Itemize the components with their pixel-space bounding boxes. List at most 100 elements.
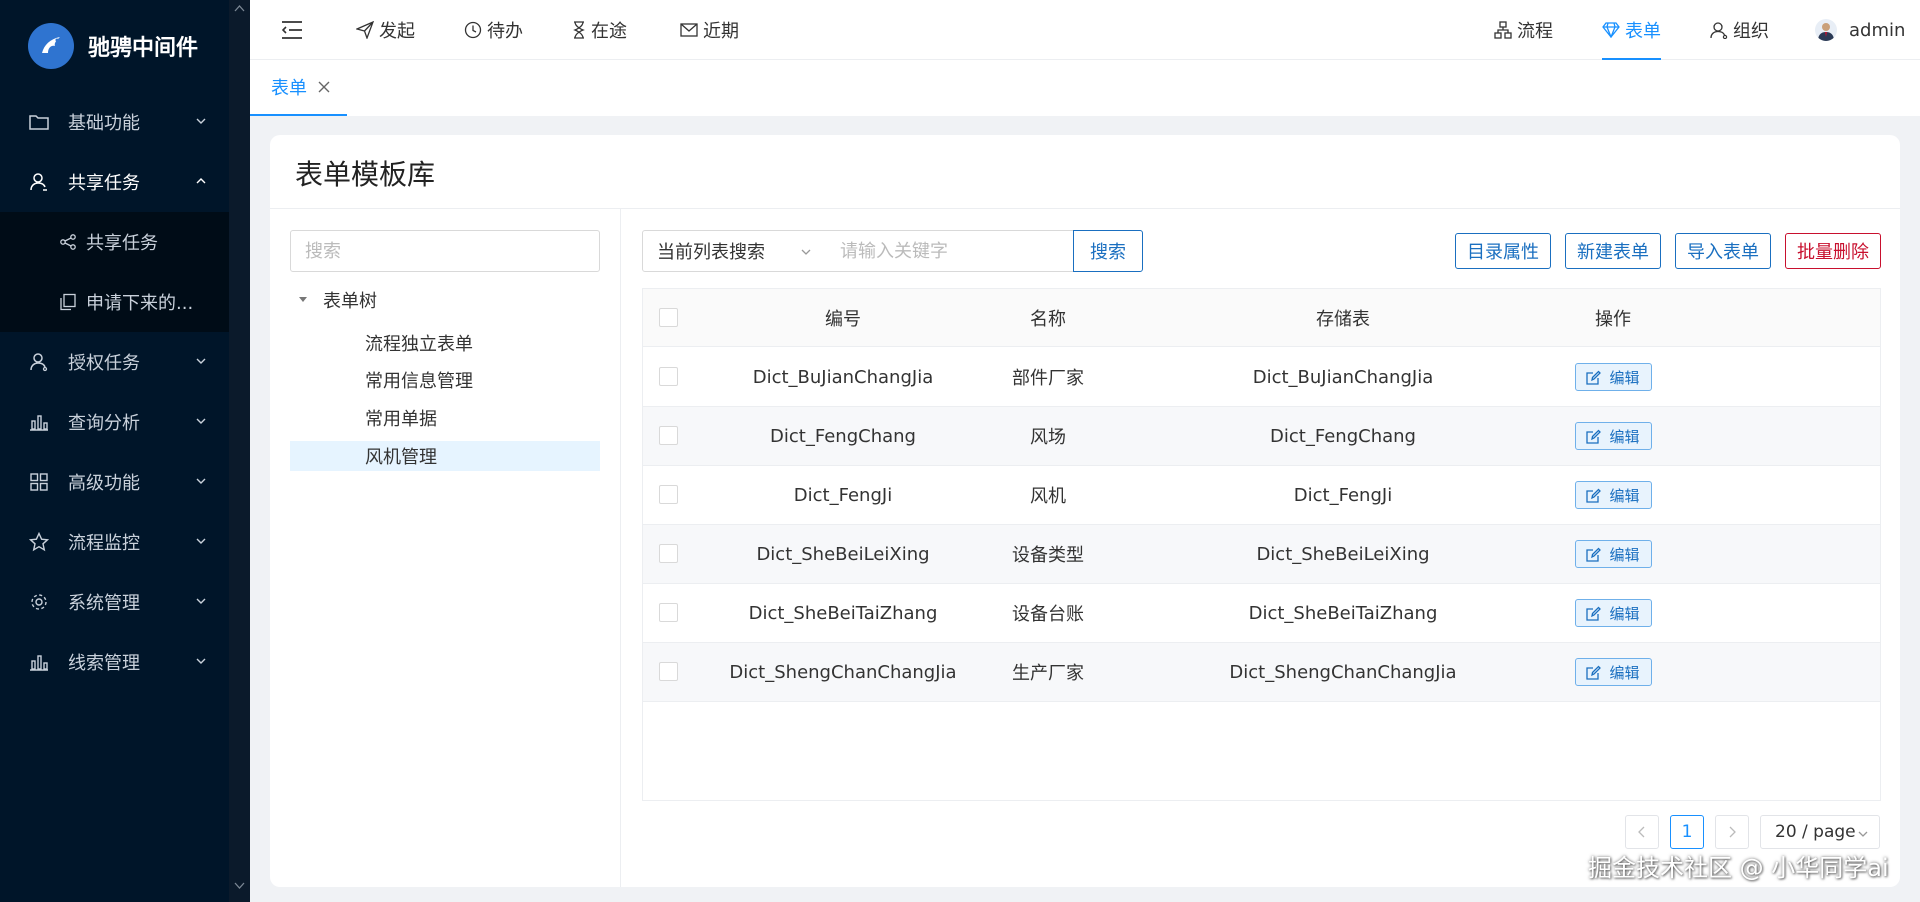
table-row[interactable]: Dict_FengJi 风机 Dict_FengJi 编辑 [643,466,1880,525]
row-checkbox[interactable] [659,603,678,622]
folder-icon [28,111,50,133]
row-checkbox[interactable] [659,544,678,563]
nav-org[interactable]: 组织 [1710,0,1769,60]
edit-label: 编辑 [1609,604,1640,623]
edit-label: 编辑 [1609,486,1640,505]
search-scope-select[interactable]: 当前列表搜索 [642,230,827,272]
edit-label: 编辑 [1609,663,1640,682]
edit-button[interactable]: 编辑 [1574,481,1652,509]
page-number-current[interactable]: 1 [1670,815,1704,849]
table-row[interactable]: Dict_SheBeiLeiXing 设备类型 Dict_SheBeiLeiXi… [643,525,1880,584]
import-form-button[interactable]: 导入表单 [1675,233,1771,269]
search-button[interactable]: 搜索 [1073,230,1143,272]
caret-down-icon[interactable] [297,296,309,304]
chevron-down-icon [1858,831,1868,837]
row-checkbox[interactable] [659,485,678,504]
edit-button[interactable]: 编辑 [1574,540,1652,568]
tree-root[interactable]: 表单树 [297,283,377,317]
chevron-down-icon [196,658,206,664]
nav-flow[interactable]: 流程 [1494,0,1553,60]
nav-label: 流程 [1517,21,1553,42]
table-row[interactable]: Dict_ShengChanChangJia 生产厂家 Dict_ShengCh… [643,643,1880,702]
cell-name: 部件厂家 [1012,368,1084,389]
close-icon[interactable] [317,80,331,94]
submenu-shared: 共享任务 申请下来的... [0,212,229,332]
cell-code: Dict_ShengChanChangJia [729,661,957,683]
nav-todo[interactable]: 待办 [464,0,523,60]
sidebar-item-shared-tasks[interactable]: 共享任务 [0,212,229,272]
grid-icon [28,471,50,493]
menu-item-authorized[interactable]: 授权任务 [0,332,250,392]
menu-fold-icon[interactable] [280,18,304,42]
sidebar-scrollbar[interactable] [229,0,250,902]
menu-item-monitor[interactable]: 流程监控 [0,512,250,572]
chevron-down-icon [196,118,206,124]
tree-node[interactable]: 常用信息管理 [290,365,600,395]
cell-actions: 编辑 [1483,525,1743,583]
table-row[interactable]: Dict_BuJianChangJia 部件厂家 Dict_BuJianChan… [643,348,1880,407]
column-header[interactable]: 名称 [948,289,1148,346]
nav-label: 表单 [1625,21,1661,42]
menu-item-query[interactable]: 查询分析 [0,392,250,452]
column-header[interactable]: 编号 [743,289,943,346]
sub-item-label: 共享任务 [86,233,158,254]
keyword-input[interactable] [826,230,1074,272]
row-checkbox[interactable] [659,662,678,681]
tree-node[interactable]: 流程独立表单 [290,328,600,358]
top-header: 发起 待办 在途 近期 流程 表单 组织 admin [250,0,1920,60]
user-menu[interactable]: admin [1815,0,1905,60]
menu-item-system[interactable]: 系统管理 [0,572,250,632]
batch-delete-button[interactable]: 批量删除 [1785,233,1881,269]
menu-item-label: 系统管理 [68,593,140,614]
nav-label: 组织 [1733,21,1769,42]
sidebar-item-applied[interactable]: 申请下来的... [0,272,229,332]
tab-form[interactable]: 表单 [250,60,347,116]
sidebar: 驰骋中间件 基础功能 共享任务 共享任务 申请下来的... 授权任务 查询分析 … [0,0,250,902]
nav-recent[interactable]: 近期 [680,0,739,60]
chevron-up-icon[interactable] [234,4,245,12]
table-row[interactable]: Dict_SheBeiTaiZhang 设备台账 Dict_SheBeiTaiZ… [643,584,1880,643]
edit-button[interactable]: 编辑 [1574,422,1652,450]
edit-icon [1586,429,1602,444]
nav-inprogress[interactable]: 在途 [572,0,627,60]
nav-start[interactable]: 发起 [356,0,415,60]
prev-page-button[interactable] [1625,815,1659,849]
dir-props-button[interactable]: 目录属性 [1455,233,1551,269]
row-checkbox[interactable] [659,426,678,445]
nav-form[interactable]: 表单 [1602,0,1661,60]
menu-item-shared[interactable]: 共享任务 [0,152,250,212]
tabs-bar: 表单 [250,60,1920,116]
tab-label: 表单 [271,78,307,99]
tree-node-selected[interactable]: 风机管理 [290,441,600,471]
logo-icon [28,23,74,69]
tree-search-input[interactable] [290,230,600,272]
edit-button[interactable]: 编辑 [1574,658,1652,686]
chevron-down-icon[interactable] [234,882,245,890]
cell-code: Dict_BuJianChangJia [752,366,934,388]
new-form-button[interactable]: 新建表单 [1565,233,1661,269]
select-all-checkbox[interactable] [659,308,678,327]
table-row[interactable]: Dict_FengChang 风场 Dict_FengChang 编辑 [643,407,1880,466]
cell-name: 生产厂家 [1012,663,1084,684]
next-page-button[interactable] [1715,815,1749,849]
chevron-up-icon [196,178,206,184]
hourglass-icon [572,21,586,39]
edit-button[interactable]: 编辑 [1574,599,1652,627]
page-size-select[interactable]: 20 / page [1760,815,1880,849]
cell-actions: 编辑 [1483,466,1743,524]
row-checkbox[interactable] [659,367,678,386]
logo[interactable]: 驰骋中间件 [0,0,250,92]
menu-item-leads[interactable]: 线索管理 [0,632,250,692]
clock-icon [464,21,482,39]
share-icon [58,232,78,252]
tree-node[interactable]: 常用单据 [290,403,600,433]
cell-table: Dict_BuJianChangJia [1252,366,1434,388]
column-header[interactable]: 存储表 [1188,289,1498,346]
cell-code: Dict_SheBeiLeiXing [756,543,930,565]
edit-button[interactable]: 编辑 [1574,363,1652,391]
nav-label: 近期 [703,21,739,42]
menu-item-basic[interactable]: 基础功能 [0,92,250,152]
cell-code: Dict_FengJi [793,484,893,506]
menu-item-advanced[interactable]: 高级功能 [0,452,250,512]
cell-table: Dict_FengChang [1270,425,1416,447]
